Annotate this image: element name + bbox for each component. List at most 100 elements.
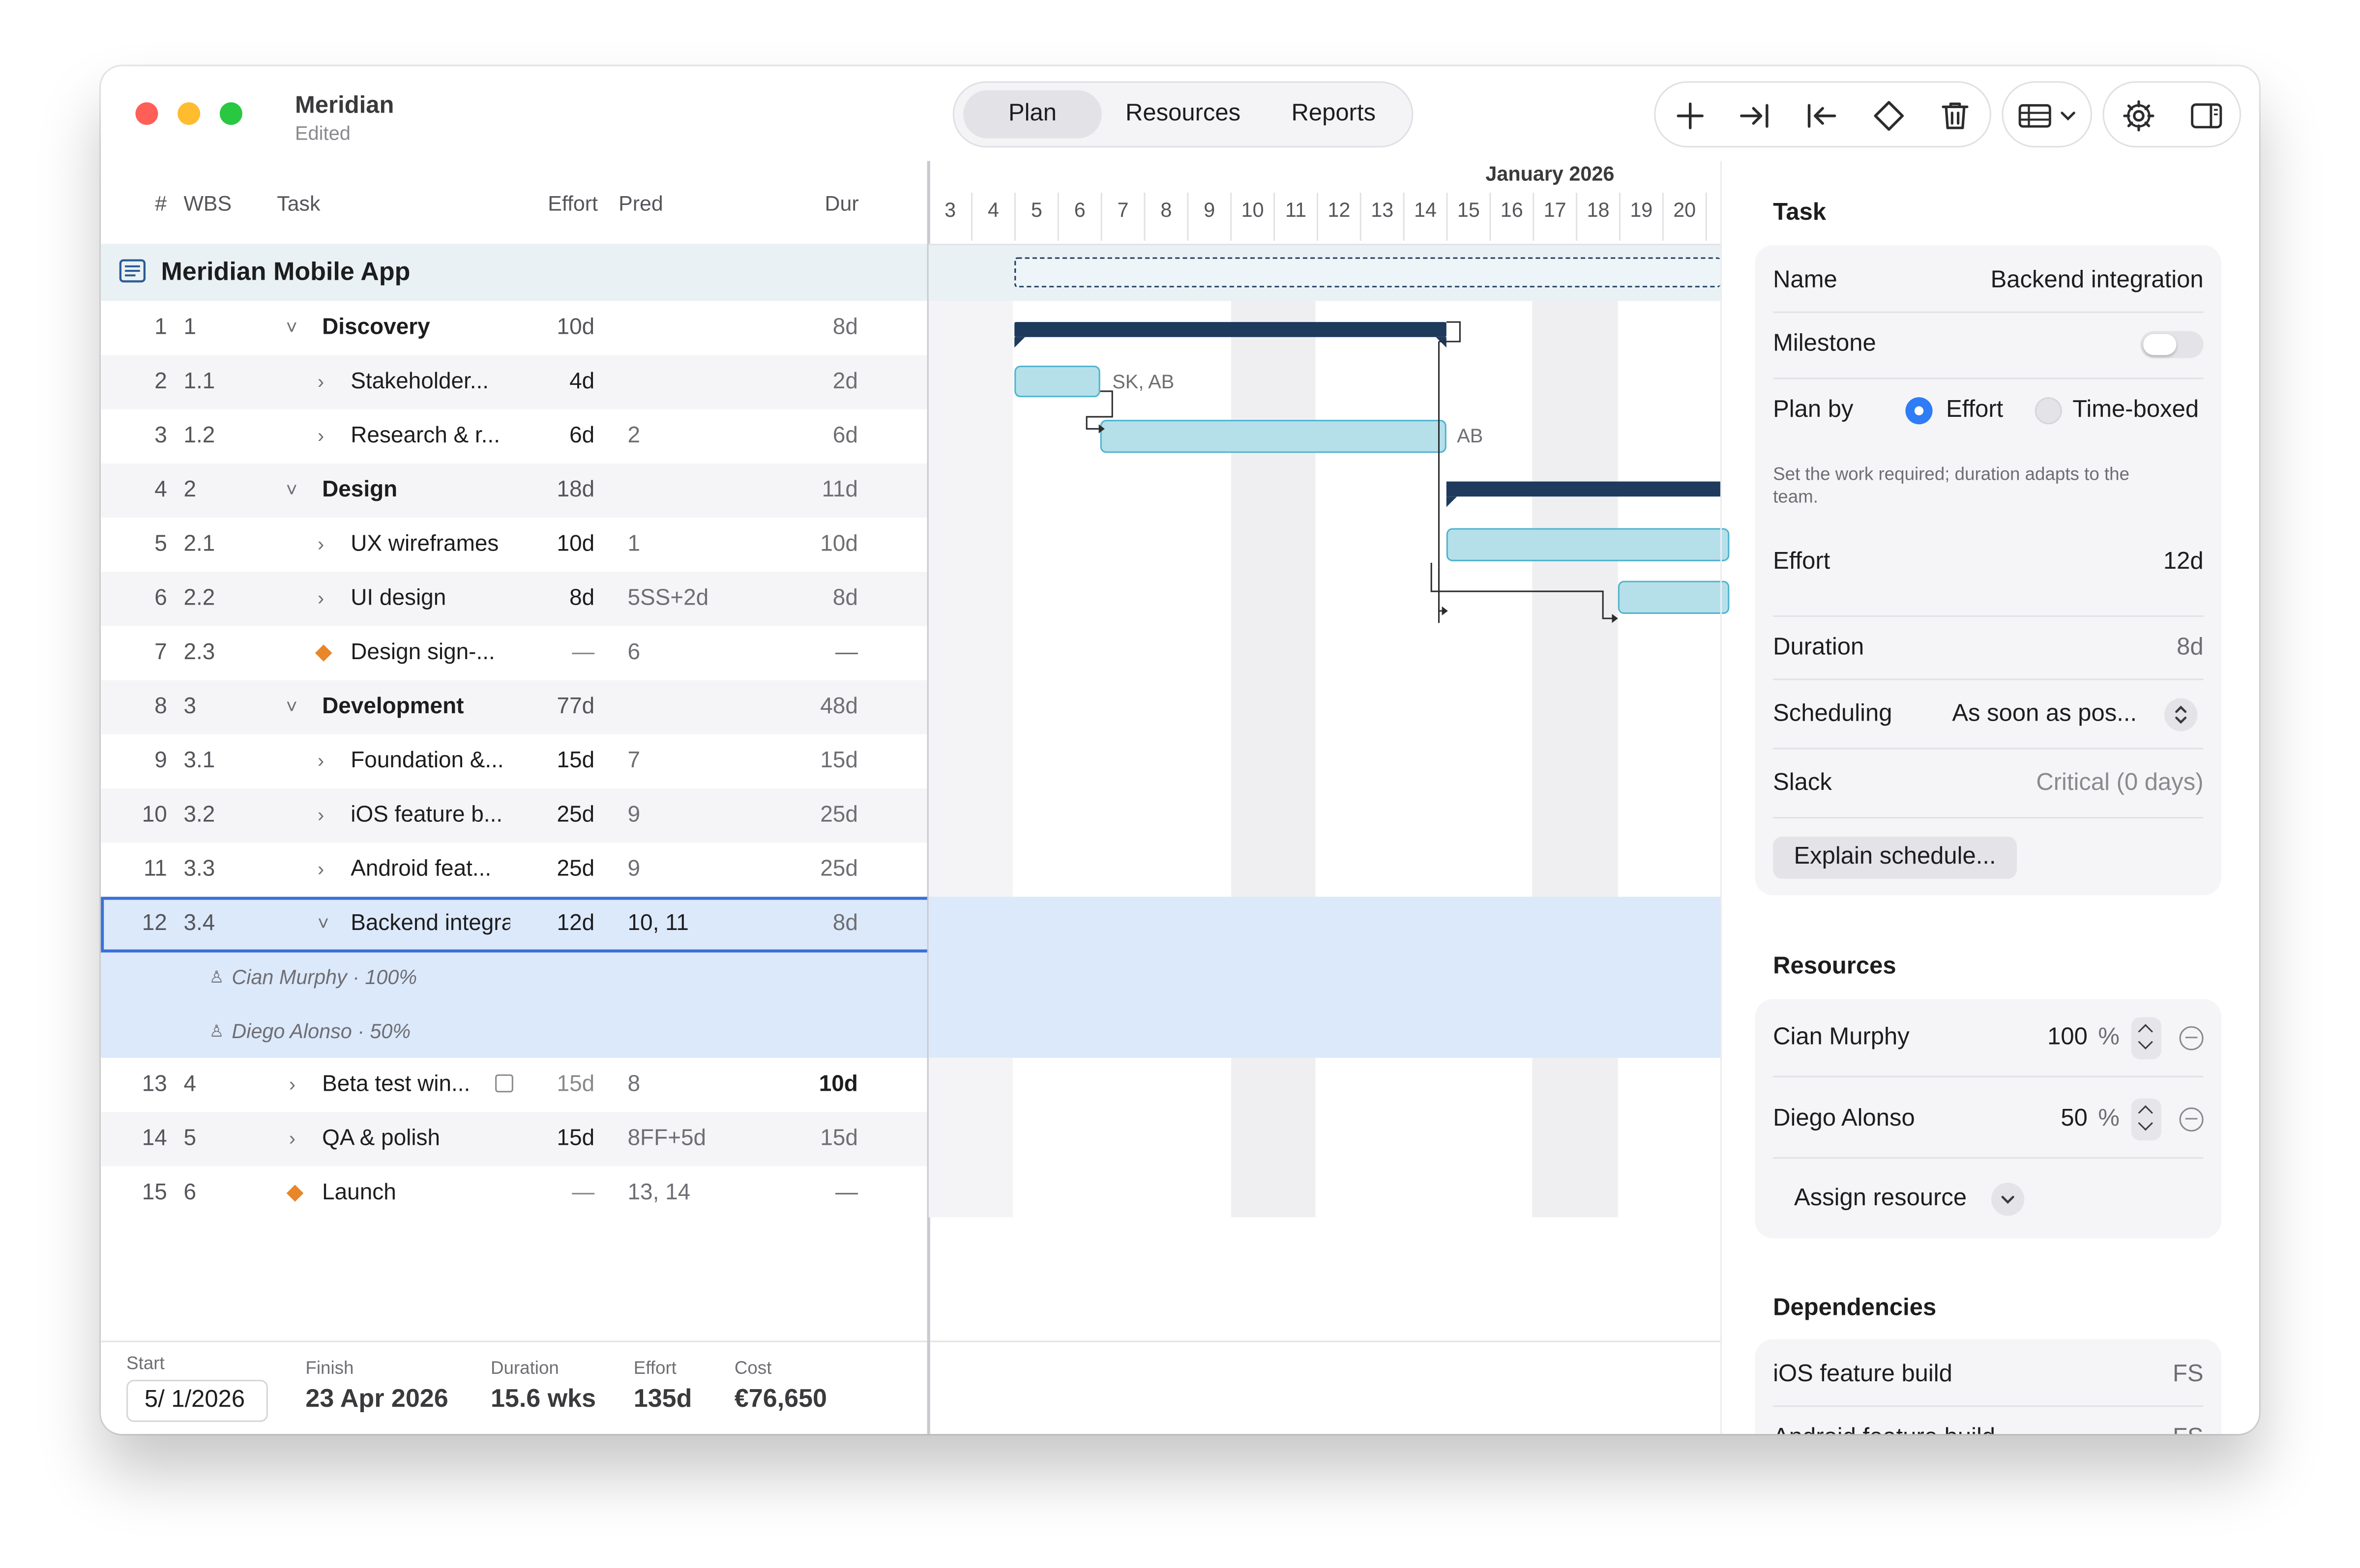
col-header-dur[interactable]: Dur (825, 191, 859, 215)
scheduling-label: Scheduling (1773, 701, 1892, 727)
milestone-toggle[interactable] (2140, 331, 2204, 358)
table-row[interactable]: 5 2.1 › UX wireframes 10d 1 10d (101, 518, 927, 572)
resources-section-title: Resources (1773, 954, 1896, 980)
slack-value: Critical (0 days) (2036, 770, 2204, 796)
percent-stepper[interactable] (2131, 1017, 2161, 1060)
percent-stepper[interactable] (2131, 1098, 2161, 1141)
remove-resource-icon[interactable] (2179, 1026, 2204, 1050)
assignment-row[interactable]: ♙ Diego Alonso · 50% (101, 1005, 927, 1059)
plus-icon[interactable] (1672, 98, 1708, 134)
time-boxed-radio-label[interactable]: Time-boxed (2072, 393, 2199, 429)
collapse-chevron-icon[interactable]: ˅ (286, 301, 297, 355)
dependency-row[interactable]: iOS feature build FS (1755, 1357, 2221, 1393)
start-date-field[interactable]: 5/ 1/2026 (126, 1380, 268, 1422)
dependency-name: iOS feature build (1773, 1362, 1952, 1388)
task-name: Stakeholder... (351, 368, 489, 395)
app-title: Meridian (295, 93, 394, 119)
table-view-menu[interactable] (2003, 83, 2091, 146)
table-row[interactable]: 13 4 › Beta test win... 15d 8 10d (101, 1058, 927, 1112)
table-view-icon (2017, 98, 2053, 134)
tab-reports[interactable]: Reports (1264, 90, 1403, 139)
tab-resources[interactable]: Resources (1108, 90, 1258, 139)
table-row[interactable]: 2 1.1 › Stakeholder... 4d 2d (101, 355, 927, 409)
expand-chevron-icon[interactable]: › (318, 518, 324, 572)
assign-resource-button[interactable]: Assign resource (1794, 1181, 1967, 1217)
task-name: Development (322, 694, 464, 720)
effort-radio-label[interactable]: Effort (1946, 393, 2003, 429)
milestone-diamond-icon (315, 644, 332, 662)
updown-chevron-icon[interactable] (2164, 698, 2198, 731)
gear-icon[interactable] (2121, 98, 2156, 134)
dependency-row[interactable]: Android feature build FS (1755, 1421, 2221, 1434)
col-header-pred[interactable]: Pred (619, 191, 663, 215)
table-row[interactable]: 14 5 › QA & polish 15d 8FF+5d 15d (101, 1112, 927, 1166)
resource-percent-field[interactable]: 100 (2011, 1020, 2088, 1056)
project-name[interactable]: Meridian Mobile App (161, 244, 411, 301)
dependency-type: FS (2173, 1421, 2204, 1434)
table-row[interactable]: 11 3.3 › Android feat... 25d 9 25d (101, 842, 927, 897)
table-row[interactable]: 10 3.2 › iOS feature b... 25d 9 25d (101, 788, 927, 842)
table-row[interactable]: 15 6 Launch — 13, 14 — (101, 1166, 927, 1220)
table-row[interactable]: 1 1 ˅ Discovery 10d 8d (101, 301, 927, 355)
expand-chevron-icon[interactable]: › (289, 1112, 295, 1166)
chevron-down-icon[interactable] (1991, 1183, 2025, 1216)
explain-schedule-button[interactable]: Explain schedule... (1773, 837, 2017, 879)
chevron-down-icon (2058, 98, 2079, 134)
col-header-num[interactable]: # (155, 191, 167, 215)
duration-field[interactable]: 8d (2177, 631, 2203, 667)
dependency-type: FS (2172, 1362, 2204, 1388)
effort-radio[interactable] (1905, 397, 1933, 425)
collapse-chevron-icon[interactable]: ˅ (286, 464, 297, 518)
table-row[interactable]: 8 3 ˅ Development 77d 48d (101, 680, 927, 734)
minimize-window-button[interactable] (177, 102, 201, 125)
outdent-icon[interactable] (1803, 98, 1839, 134)
table-row[interactable]: 6 2.2 › UI design 8d 5SS+2d 8d (101, 572, 927, 626)
resources-card: Cian Murphy 100 % Diego Alonso 50 % Assi… (1755, 999, 2222, 1239)
resource-row: Diego Alonso 50 % (1755, 1098, 2221, 1141)
project-summary-bar[interactable] (1014, 257, 1720, 288)
expand-chevron-icon[interactable]: › (318, 788, 324, 842)
close-window-button[interactable] (135, 102, 158, 125)
col-header-task[interactable]: Task (277, 191, 320, 215)
indent-icon[interactable] (1737, 98, 1773, 134)
dependency-name: Android feature build (1773, 1421, 1995, 1434)
expand-chevron-icon[interactable]: › (318, 409, 324, 464)
expand-chevron-icon[interactable]: › (289, 1058, 295, 1112)
note-icon[interactable] (495, 1074, 513, 1093)
remove-resource-icon[interactable] (2179, 1107, 2204, 1132)
time-boxed-radio[interactable] (2035, 397, 2062, 425)
tab-plan[interactable]: Plan (963, 90, 1102, 139)
name-label: Name (1773, 267, 1837, 293)
table-row[interactable]: 3 1.2 › Research & r... 6d 2 6d (101, 409, 927, 464)
expand-chevron-icon[interactable]: › (318, 572, 324, 626)
task-name: Discovery (322, 314, 430, 340)
dependency-arrow-ui-design (1430, 562, 1618, 623)
resource-percent-field[interactable]: 50 (2011, 1102, 2087, 1137)
zoom-window-button[interactable] (219, 102, 242, 125)
sidebar-icon[interactable] (2188, 98, 2224, 134)
milestone-diamond-icon[interactable] (1871, 98, 1907, 134)
col-header-wbs[interactable]: WBS (183, 191, 232, 215)
person-icon: ♙ (209, 1023, 224, 1042)
trash-icon[interactable] (1937, 98, 1973, 134)
slack-label: Slack (1773, 770, 1832, 796)
collapse-chevron-icon[interactable]: ˅ (286, 680, 297, 734)
col-header-effort[interactable]: Effort (548, 191, 598, 215)
effort-field[interactable]: 12d (2163, 545, 2204, 581)
collapse-chevron-icon[interactable]: ˅ (318, 897, 329, 951)
scheduling-select[interactable]: As soon as pos... (1952, 697, 2137, 732)
table-row[interactable]: 9 3.1 › Foundation &... 15d 7 15d (101, 734, 927, 788)
expand-chevron-icon[interactable]: › (318, 355, 324, 409)
task-name-field[interactable]: Backend integration (1991, 263, 2204, 299)
table-row[interactable]: 7 2.3 Design sign-... — 6 — (101, 626, 927, 680)
assignment-row[interactable]: ♙ Cian Murphy · 100% (101, 951, 927, 1005)
effort-label: Effort (633, 1357, 677, 1379)
duration-value: 15.6 wks (490, 1384, 596, 1413)
expand-chevron-icon[interactable]: › (318, 734, 324, 788)
expand-chevron-icon[interactable]: › (318, 842, 324, 897)
task-inspector-card: Name Backend integration Milestone Plan … (1755, 245, 2222, 896)
task-name: Android feat... (351, 856, 492, 882)
table-row[interactable]: 4 2 ˅ Design 18d 11d (101, 464, 927, 518)
finish-value: 23 Apr 2026 (305, 1384, 448, 1413)
table-row-selected[interactable]: 12 3.4 ˅ Backend integra 12d 10, 11 8d (101, 897, 927, 951)
